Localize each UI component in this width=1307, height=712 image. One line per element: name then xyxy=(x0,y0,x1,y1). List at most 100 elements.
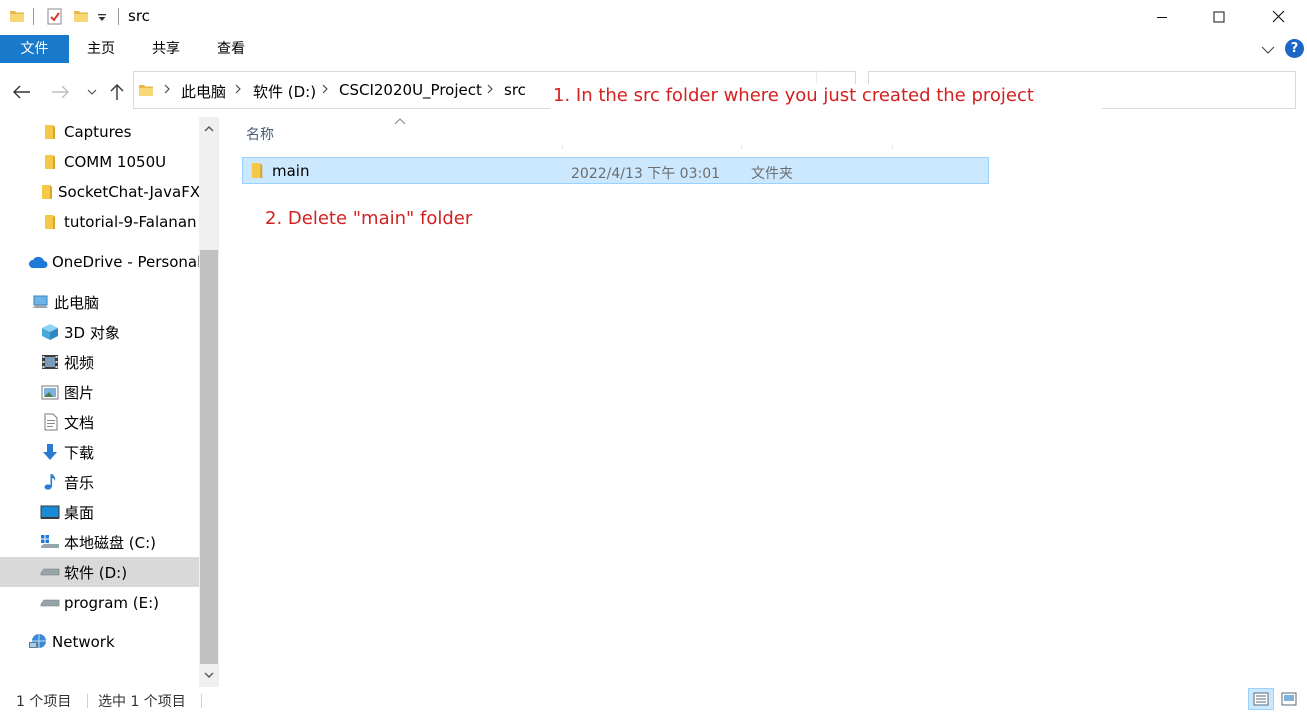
sidebar-item-label: 3D 对象 xyxy=(64,323,120,342)
up-arrow-icon[interactable] xyxy=(105,80,129,104)
sidebar-item-label: 音乐 xyxy=(64,473,95,492)
status-divider xyxy=(87,694,88,708)
column-divider[interactable] xyxy=(741,145,742,149)
sidebar-item-drive-c[interactable]: 本地磁盘 (C:) xyxy=(40,527,156,557)
window-title: src xyxy=(128,7,150,25)
sidebar-item-pictures[interactable]: 图片 xyxy=(40,377,94,407)
scroll-up-arrow-icon[interactable] xyxy=(199,118,219,138)
status-bar: 1 个项目 选中 1 个项目 xyxy=(0,687,1307,712)
sidebar-item-videos[interactable]: 视频 xyxy=(40,347,94,377)
sidebar-item-captures[interactable]: Captures xyxy=(40,117,131,147)
this-pc-icon xyxy=(30,292,50,312)
sidebar-item-label: tutorial-9-Falanan xyxy=(64,213,197,231)
sidebar-item-this-pc[interactable]: 此电脑 xyxy=(30,287,99,317)
sidebar-item-label: 图片 xyxy=(64,383,95,402)
new-folder-icon[interactable] xyxy=(73,8,89,28)
chevron-right-icon[interactable] xyxy=(234,82,242,100)
tab-home[interactable]: 主页 xyxy=(79,35,123,63)
selected-count: 选中 1 个项目 xyxy=(98,694,186,710)
file-type: 文件夹 xyxy=(751,166,793,182)
drive-icon xyxy=(40,593,60,613)
sidebar-item-label: 下载 xyxy=(64,443,95,462)
close-icon xyxy=(1272,10,1284,23)
sidebar-item-label: SocketChat-JavaFX xyxy=(58,183,199,201)
scroll-down-arrow-icon[interactable] xyxy=(199,665,219,685)
properties-icon[interactable] xyxy=(46,8,63,29)
folder-icon xyxy=(40,122,60,142)
breadcrumb-src[interactable]: src xyxy=(504,81,526,99)
title-divider xyxy=(118,8,119,25)
sort-ascending-icon xyxy=(394,113,406,129)
status-divider xyxy=(201,694,202,708)
column-divider[interactable] xyxy=(892,145,893,149)
sidebar-item-label: program (E:) xyxy=(64,594,160,612)
music-icon xyxy=(40,472,60,492)
sidebar-item-documents[interactable]: 文档 xyxy=(40,407,94,437)
file-name[interactable]: main xyxy=(272,162,309,180)
forward-arrow-icon[interactable] xyxy=(48,80,72,104)
sidebar-scroll-thumb[interactable] xyxy=(200,250,218,664)
navigation-pane: Captures COMM 1050U SocketChat-JavaFX tu… xyxy=(0,117,199,687)
folder-icon xyxy=(40,182,54,202)
video-icon xyxy=(40,352,60,372)
maximize-icon xyxy=(1213,11,1225,22)
sidebar-item-tutorial-9[interactable]: tutorial-9-Falanan xyxy=(40,207,197,237)
sidebar-item-drive-d[interactable]: 软件 (D:) xyxy=(0,557,199,587)
ribbon-tabs: 文件 主页 共享 查看 ? xyxy=(0,33,1307,64)
sidebar-item-downloads[interactable]: 下载 xyxy=(40,437,94,467)
pictures-icon xyxy=(40,382,60,402)
recent-locations-chevron-icon[interactable] xyxy=(80,80,104,104)
details-view-button[interactable] xyxy=(1248,688,1274,710)
network-icon xyxy=(28,632,48,652)
sidebar-item-network[interactable]: Network xyxy=(28,627,115,657)
sidebar-item-music[interactable]: 音乐 xyxy=(40,467,94,497)
chevron-right-icon[interactable] xyxy=(163,82,171,100)
help-icon[interactable]: ? xyxy=(1285,39,1304,58)
breadcrumb-this-pc[interactable]: 此电脑 xyxy=(181,81,226,102)
documents-icon xyxy=(40,412,60,432)
tab-file[interactable]: 文件 xyxy=(0,35,69,63)
column-divider[interactable] xyxy=(562,145,563,149)
file-date-modified: 2022/4/13 下午 03:01 xyxy=(571,166,721,182)
maximize-button[interactable] xyxy=(1190,0,1248,33)
folder-icon xyxy=(40,152,60,172)
navigation-bar: 此电脑 软件 (D:) CSCI2020U_Project src 1. In … xyxy=(0,64,1307,117)
sidebar-item-drive-e[interactable]: program (E:) xyxy=(40,588,159,618)
sidebar-item-label: 视频 xyxy=(64,353,95,372)
desktop-icon xyxy=(40,502,60,522)
minimize-icon xyxy=(1157,16,1167,18)
tab-view[interactable]: 查看 xyxy=(209,35,253,63)
windows-drive-icon xyxy=(40,532,60,552)
breadcrumb-project[interactable]: CSCI2020U_Project xyxy=(339,81,482,99)
chevron-right-icon[interactable] xyxy=(486,82,494,100)
minimize-button[interactable] xyxy=(1133,0,1191,33)
folder-icon[interactable] xyxy=(9,8,25,28)
chevron-right-icon[interactable] xyxy=(321,82,329,100)
tab-share[interactable]: 共享 xyxy=(144,35,188,63)
onedrive-cloud-icon xyxy=(28,252,48,272)
sidebar-item-label: 本地磁盘 (C:) xyxy=(64,533,156,552)
sidebar-item-label: COMM 1050U xyxy=(64,153,167,171)
folder-icon xyxy=(138,82,154,102)
expand-ribbon-icon[interactable] xyxy=(1261,43,1275,59)
title-bar: src xyxy=(0,0,1307,33)
column-header-name[interactable]: 名称 xyxy=(246,124,274,144)
breadcrumb-drive-d[interactable]: 软件 (D:) xyxy=(253,81,316,102)
annotation-step-1: 1. In the src folder where you just crea… xyxy=(550,84,1102,110)
sidebar-item-label: 桌面 xyxy=(64,503,95,522)
close-button[interactable] xyxy=(1249,0,1307,33)
sidebar-item-label: 软件 (D:) xyxy=(64,563,128,582)
sidebar-item-3d-objects[interactable]: 3D 对象 xyxy=(40,317,120,347)
sidebar-item-onedrive[interactable]: OneDrive - Personal xyxy=(28,247,199,277)
sidebar-item-label: Captures xyxy=(64,123,132,141)
sidebar-item-socketchat[interactable]: SocketChat-JavaFX xyxy=(40,177,199,207)
large-icons-view-button[interactable] xyxy=(1276,688,1302,710)
title-divider xyxy=(33,8,34,25)
sidebar-item-desktop[interactable]: 桌面 xyxy=(40,497,94,527)
back-arrow-icon[interactable] xyxy=(10,80,34,104)
3d-objects-icon xyxy=(40,322,60,342)
customize-toolbar-dropdown-icon[interactable] xyxy=(97,11,107,27)
file-row-main[interactable]: main 2022/4/13 下午 03:01 文件夹 xyxy=(242,157,989,184)
sidebar-item-label: 此电脑 xyxy=(54,293,100,312)
sidebar-item-comm-1050u[interactable]: COMM 1050U xyxy=(40,147,166,177)
